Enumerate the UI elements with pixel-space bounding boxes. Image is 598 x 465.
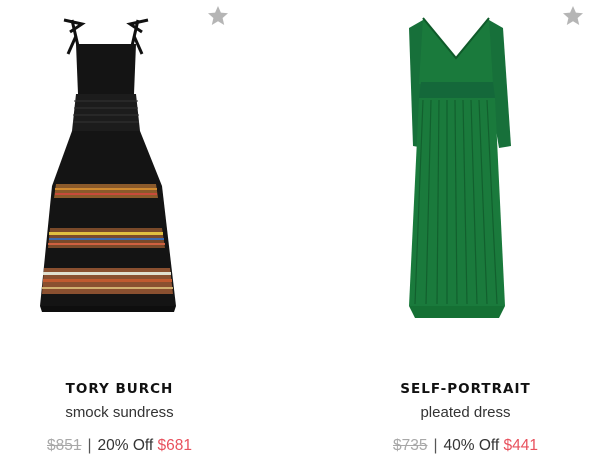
product-card-self-portrait[interactable]: SELF-PORTRAIT pleated dress $735 | 40% Off… xyxy=(299,0,598,465)
favorite-button[interactable] xyxy=(206,4,230,28)
product-name[interactable]: pleated dress xyxy=(316,404,598,421)
price-separator: | xyxy=(87,437,92,454)
product-grid: TORY BURCH smock sundress $851 | 20% Off $… xyxy=(0,0,598,465)
green-pleated-dress-image xyxy=(409,17,511,318)
product-image[interactable] xyxy=(299,6,598,336)
original-price: $851 xyxy=(46,437,82,454)
product-price: $735 | 40% Off $441 xyxy=(316,437,598,455)
price-separator: | xyxy=(433,437,438,454)
product-card-tory-burch[interactable]: TORY BURCH smock sundress $851 | 20% Off $… xyxy=(0,0,299,465)
original-price: $735 xyxy=(392,437,428,454)
star-icon xyxy=(208,6,228,25)
product-brand[interactable]: SELF-PORTRAIT xyxy=(316,381,598,397)
sale-price: $681 xyxy=(157,437,193,454)
discount-label: 40% Off xyxy=(443,437,500,454)
product-brand[interactable]: TORY BURCH xyxy=(0,381,269,397)
star-icon xyxy=(563,6,583,25)
sale-price: $441 xyxy=(503,437,539,454)
discount-label: 20% Off xyxy=(97,437,154,454)
favorite-button[interactable] xyxy=(561,4,585,28)
product-price: $851 | 20% Off $681 xyxy=(0,437,269,455)
product-name[interactable]: smock sundress xyxy=(0,404,269,421)
product-image[interactable] xyxy=(0,6,299,336)
black-striped-sundress-image xyxy=(40,18,176,312)
